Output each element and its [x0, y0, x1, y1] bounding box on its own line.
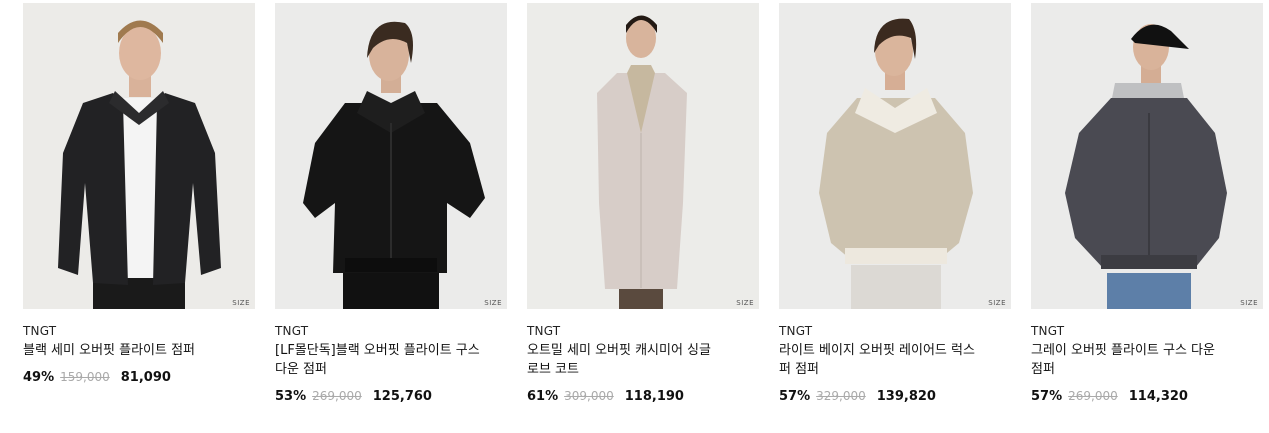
product-card[interactable]: SIZE TNGT 라이트 베이지 오버핏 레이어드 럭스 퍼 점퍼 57% 3…	[779, 3, 1011, 404]
product-card[interactable]: SIZE TNGT 오트밀 세미 오버핏 캐시미어 싱글 로브 코트 61% 3…	[527, 3, 759, 404]
brand-name: TNGT	[275, 324, 309, 338]
model-photo	[23, 3, 255, 309]
original-price: 309,000	[564, 389, 614, 403]
product-grid: SIZE TNGT 블랙 세미 오버핏 플라이트 점퍼 49% 159,000 …	[23, 3, 1263, 404]
product-image[interactable]: SIZE	[23, 3, 255, 309]
original-price: 269,000	[1068, 389, 1118, 403]
product-name[interactable]: [LF몰단독]블랙 오버핏 플라이트 구스 다운 점퍼	[275, 341, 485, 379]
sale-price: 81,090	[120, 370, 171, 385]
product-card[interactable]: SIZE TNGT 블랙 세미 오버핏 플라이트 점퍼 49% 159,000 …	[23, 3, 255, 404]
brand-name: TNGT	[23, 324, 57, 338]
price-row: 49% 159,000 81,090	[23, 370, 255, 385]
sale-price: 118,190	[624, 389, 684, 404]
discount-rate: 49%	[23, 370, 55, 385]
price-row: 61% 309,000 118,190	[527, 389, 759, 404]
original-price: 159,000	[60, 370, 110, 384]
product-image[interactable]: SIZE	[275, 3, 507, 309]
model-photo	[779, 3, 1011, 309]
product-name[interactable]: 오트밀 세미 오버핏 캐시미어 싱글 로브 코트	[527, 341, 737, 379]
brand-name: TNGT	[1031, 324, 1065, 338]
price-row: 53% 269,000 125,760	[275, 389, 507, 404]
sale-price: 139,820	[876, 389, 936, 404]
size-tag: SIZE	[232, 299, 250, 307]
brand-name: TNGT	[779, 324, 813, 338]
model-photo	[527, 3, 759, 309]
original-price: 269,000	[312, 389, 362, 403]
sale-price: 114,320	[1128, 389, 1188, 404]
price-row: 57% 269,000 114,320	[1031, 389, 1263, 404]
size-tag: SIZE	[484, 299, 502, 307]
size-tag: SIZE	[736, 299, 754, 307]
model-photo	[1031, 3, 1263, 309]
discount-rate: 57%	[1031, 389, 1063, 404]
price-row: 57% 329,000 139,820	[779, 389, 1011, 404]
product-card[interactable]: SIZE TNGT [LF몰단독]블랙 오버핏 플라이트 구스 다운 점퍼 53…	[275, 3, 507, 404]
product-name[interactable]: 블랙 세미 오버핏 플라이트 점퍼	[23, 341, 233, 360]
discount-rate: 53%	[275, 389, 307, 404]
sale-price: 125,760	[372, 389, 432, 404]
product-image[interactable]: SIZE	[527, 3, 759, 309]
size-tag: SIZE	[1240, 299, 1258, 307]
model-photo	[275, 3, 507, 309]
discount-rate: 61%	[527, 389, 559, 404]
product-card[interactable]: SIZE TNGT 그레이 오버핏 플라이트 구스 다운 점퍼 57% 269,…	[1031, 3, 1263, 404]
discount-rate: 57%	[779, 389, 811, 404]
size-tag: SIZE	[988, 299, 1006, 307]
product-name[interactable]: 그레이 오버핏 플라이트 구스 다운 점퍼	[1031, 341, 1241, 379]
product-image[interactable]: SIZE	[1031, 3, 1263, 309]
original-price: 329,000	[816, 389, 866, 403]
brand-name: TNGT	[527, 324, 561, 338]
product-image[interactable]: SIZE	[779, 3, 1011, 309]
product-name[interactable]: 라이트 베이지 오버핏 레이어드 럭스 퍼 점퍼	[779, 341, 989, 379]
